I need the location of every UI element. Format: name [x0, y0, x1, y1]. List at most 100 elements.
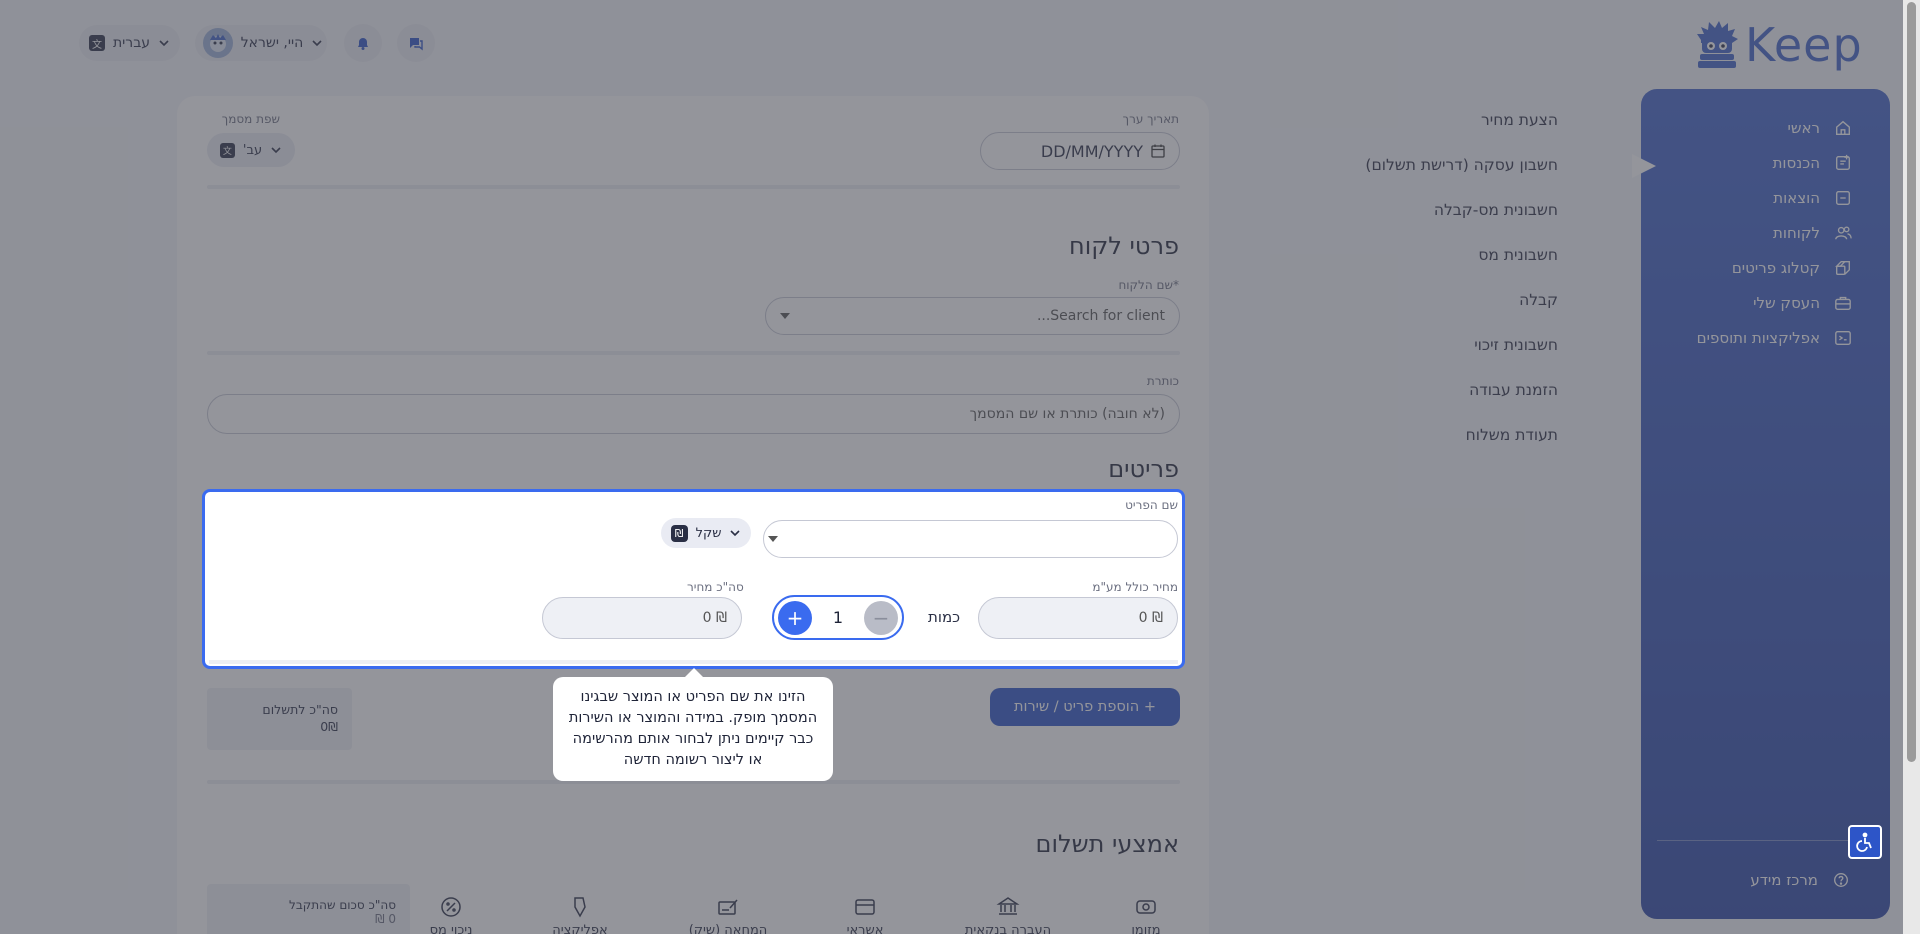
client-search-field[interactable]: Search for client...: [765, 297, 1180, 335]
help-center-link[interactable]: מרכז מידע: [1750, 871, 1850, 889]
doc-type-item[interactable]: קבלה: [1365, 288, 1558, 333]
sidebar-item-expenses[interactable]: הוצאות: [1773, 189, 1852, 207]
price-label: מחיר כולל מע"מ: [1092, 580, 1178, 594]
bell-icon: [358, 38, 368, 50]
currency-select[interactable]: שקל ₪: [661, 518, 751, 548]
chevron-down-icon: [730, 530, 740, 537]
add-item-button[interactable]: + הוספת פריט / שירות: [990, 688, 1180, 726]
doc-type-item[interactable]: חשבונית זיכוי: [1365, 333, 1558, 378]
page-scrollbar[interactable]: [1903, 0, 1920, 934]
quantity-label: כמות: [928, 608, 961, 626]
divider: [209, 660, 1178, 664]
divider: [207, 351, 1180, 355]
decrement-button[interactable]: −: [864, 600, 898, 635]
increment-button[interactable]: +: [778, 600, 812, 635]
accessibility-button[interactable]: [1848, 825, 1882, 859]
brand-logo[interactable]: Keep: [1695, 18, 1863, 72]
payment-method-label: המחאה (שיק): [688, 923, 768, 934]
doc-type-item[interactable]: הזמנת עבודה: [1365, 378, 1558, 423]
date-field[interactable]: DD/MM/YYYY: [980, 132, 1180, 170]
doc-type-item[interactable]: חשבונית מס: [1365, 243, 1558, 288]
doc-type-item[interactable]: תעודת משלוח: [1365, 423, 1558, 468]
notifications-button[interactable]: [344, 24, 382, 62]
user-greeting: היי, ישראל: [240, 35, 304, 51]
chat-button[interactable]: [397, 24, 435, 62]
sidebar-item-income[interactable]: הכנסות: [1773, 154, 1852, 172]
title-input[interactable]: (לא חובה) כותרת או שם המסמך: [207, 394, 1180, 434]
payment-method-credit[interactable]: אשראי: [820, 895, 910, 934]
doc-language-value: עב': [242, 142, 263, 158]
doc-type-item[interactable]: חשבונית מס-קבלה: [1365, 198, 1558, 243]
chevron-down-icon: [271, 147, 281, 154]
tooltip-text: הזינו את שם הפריט או המוצר שבגינו המסמך …: [568, 689, 818, 768]
payment-method-tax-deduction[interactable]: ניכוי מס: [406, 895, 496, 934]
sidebar-item-home[interactable]: ראשי: [1788, 119, 1852, 137]
credit-card-icon: [855, 899, 875, 915]
chevron-down-icon: [159, 40, 169, 47]
total-price-label: סה"כ מחיר: [687, 580, 744, 594]
bank-icon: [996, 897, 1020, 915]
doc-language-select[interactable]: עב' 文: [207, 133, 295, 167]
payment-method-label: אשראי: [846, 923, 884, 934]
avatar: [202, 28, 233, 58]
language-selector[interactable]: עברית 文: [79, 25, 180, 61]
sidebar-item-apps[interactable]: אפליקציות ותוספים: [1697, 329, 1852, 347]
sidebar-item-label: הוצאות: [1773, 189, 1820, 207]
price-input[interactable]: ₪ 0: [978, 597, 1178, 639]
language-label: עברית: [112, 35, 151, 51]
doc-type-item[interactable]: הצעת מחיר: [1365, 108, 1558, 153]
sidebar-item-label: אפליקציות ותוספים: [1696, 329, 1820, 347]
payment-method-label: העברה בנקאית: [964, 923, 1052, 934]
sidebar-divider: [1657, 840, 1874, 841]
user-menu[interactable]: היי, ישראל: [195, 25, 327, 61]
payment-method-cheque[interactable]: המחאה (שיק): [683, 895, 773, 934]
item-name-select[interactable]: [763, 520, 1178, 558]
catalog-icon: [1835, 261, 1850, 275]
quantity-value: 1: [832, 608, 844, 627]
sidebar-item-my-business[interactable]: העסק שלי: [1753, 294, 1852, 312]
payment-method-label: ניכוי מס: [429, 923, 473, 934]
hedgehog-logo-icon: [1697, 21, 1738, 68]
sidebar-item-label: העסק שלי: [1753, 294, 1820, 312]
payment-method-bank[interactable]: העברה בנקאית: [963, 895, 1053, 934]
doc-type-item[interactable]: חשבון עסקה (דרישת תשלום): [1365, 153, 1558, 198]
sidebar: ראשי הכנסות הוצאות לקוחות קטלוג פריטים ה…: [1641, 89, 1890, 919]
sidebar-item-label: הכנסות: [1772, 154, 1820, 172]
clients-icon: [1835, 226, 1852, 240]
total-to-pay-value: 0₪: [320, 719, 338, 734]
cheque-icon: [718, 899, 738, 915]
sidebar-item-catalog[interactable]: קטלוג פריטים: [1732, 259, 1852, 277]
payment-method-label: מזומן: [1131, 923, 1161, 934]
client-name-label: *שם הלקוח: [1118, 278, 1179, 292]
chat-icon: [410, 38, 423, 51]
home-icon: [1836, 120, 1850, 135]
hedgehog-avatar-icon: [209, 34, 226, 52]
payment-method-label: אפליקציה: [552, 923, 608, 934]
date-label: תאריך ערך: [1122, 112, 1179, 126]
translate-icon: 文: [88, 35, 105, 51]
divider: [207, 185, 1180, 189]
payment-method-cash[interactable]: מזומן: [1101, 895, 1191, 934]
payment-method-app[interactable]: אפליקציה: [535, 895, 625, 934]
received-total-label: סה"כ סכום שהתקבל: [289, 898, 396, 912]
quantity-stepper[interactable]: + 1 −: [772, 595, 904, 640]
shekel-icon: ₪: [670, 524, 688, 542]
client-search-placeholder: Search for client...: [1036, 308, 1165, 324]
item-name-label: שם הפריט: [1125, 498, 1178, 512]
brand-name: Keep: [1745, 18, 1863, 72]
sidebar-item-clients[interactable]: לקוחות: [1773, 224, 1852, 242]
total-price-value: ₪ 0: [702, 610, 727, 626]
received-total-value: 0 ₪: [375, 912, 396, 926]
expenses-icon: [1836, 191, 1850, 205]
scrollbar-thumb[interactable]: [1907, 2, 1916, 762]
sidebar-item-label: קטלוג פריטים: [1731, 259, 1820, 277]
calendar-icon: [1151, 144, 1165, 158]
help-center-label: מרכז מידע: [1750, 871, 1818, 889]
caret-down-icon: [768, 536, 778, 542]
sidebar-item-label: לקוחות: [1773, 224, 1820, 242]
sidebar-item-label: ראשי: [1787, 119, 1820, 137]
title-placeholder: (לא חובה) כותרת או שם המסמך: [969, 406, 1165, 422]
currency-label: שקל: [695, 525, 722, 541]
item-row-highlight: שם הפריט שקל ₪ מחיר כולל מע"מ ₪ 0 כמות +…: [202, 489, 1185, 669]
cash-icon: [1136, 900, 1156, 914]
